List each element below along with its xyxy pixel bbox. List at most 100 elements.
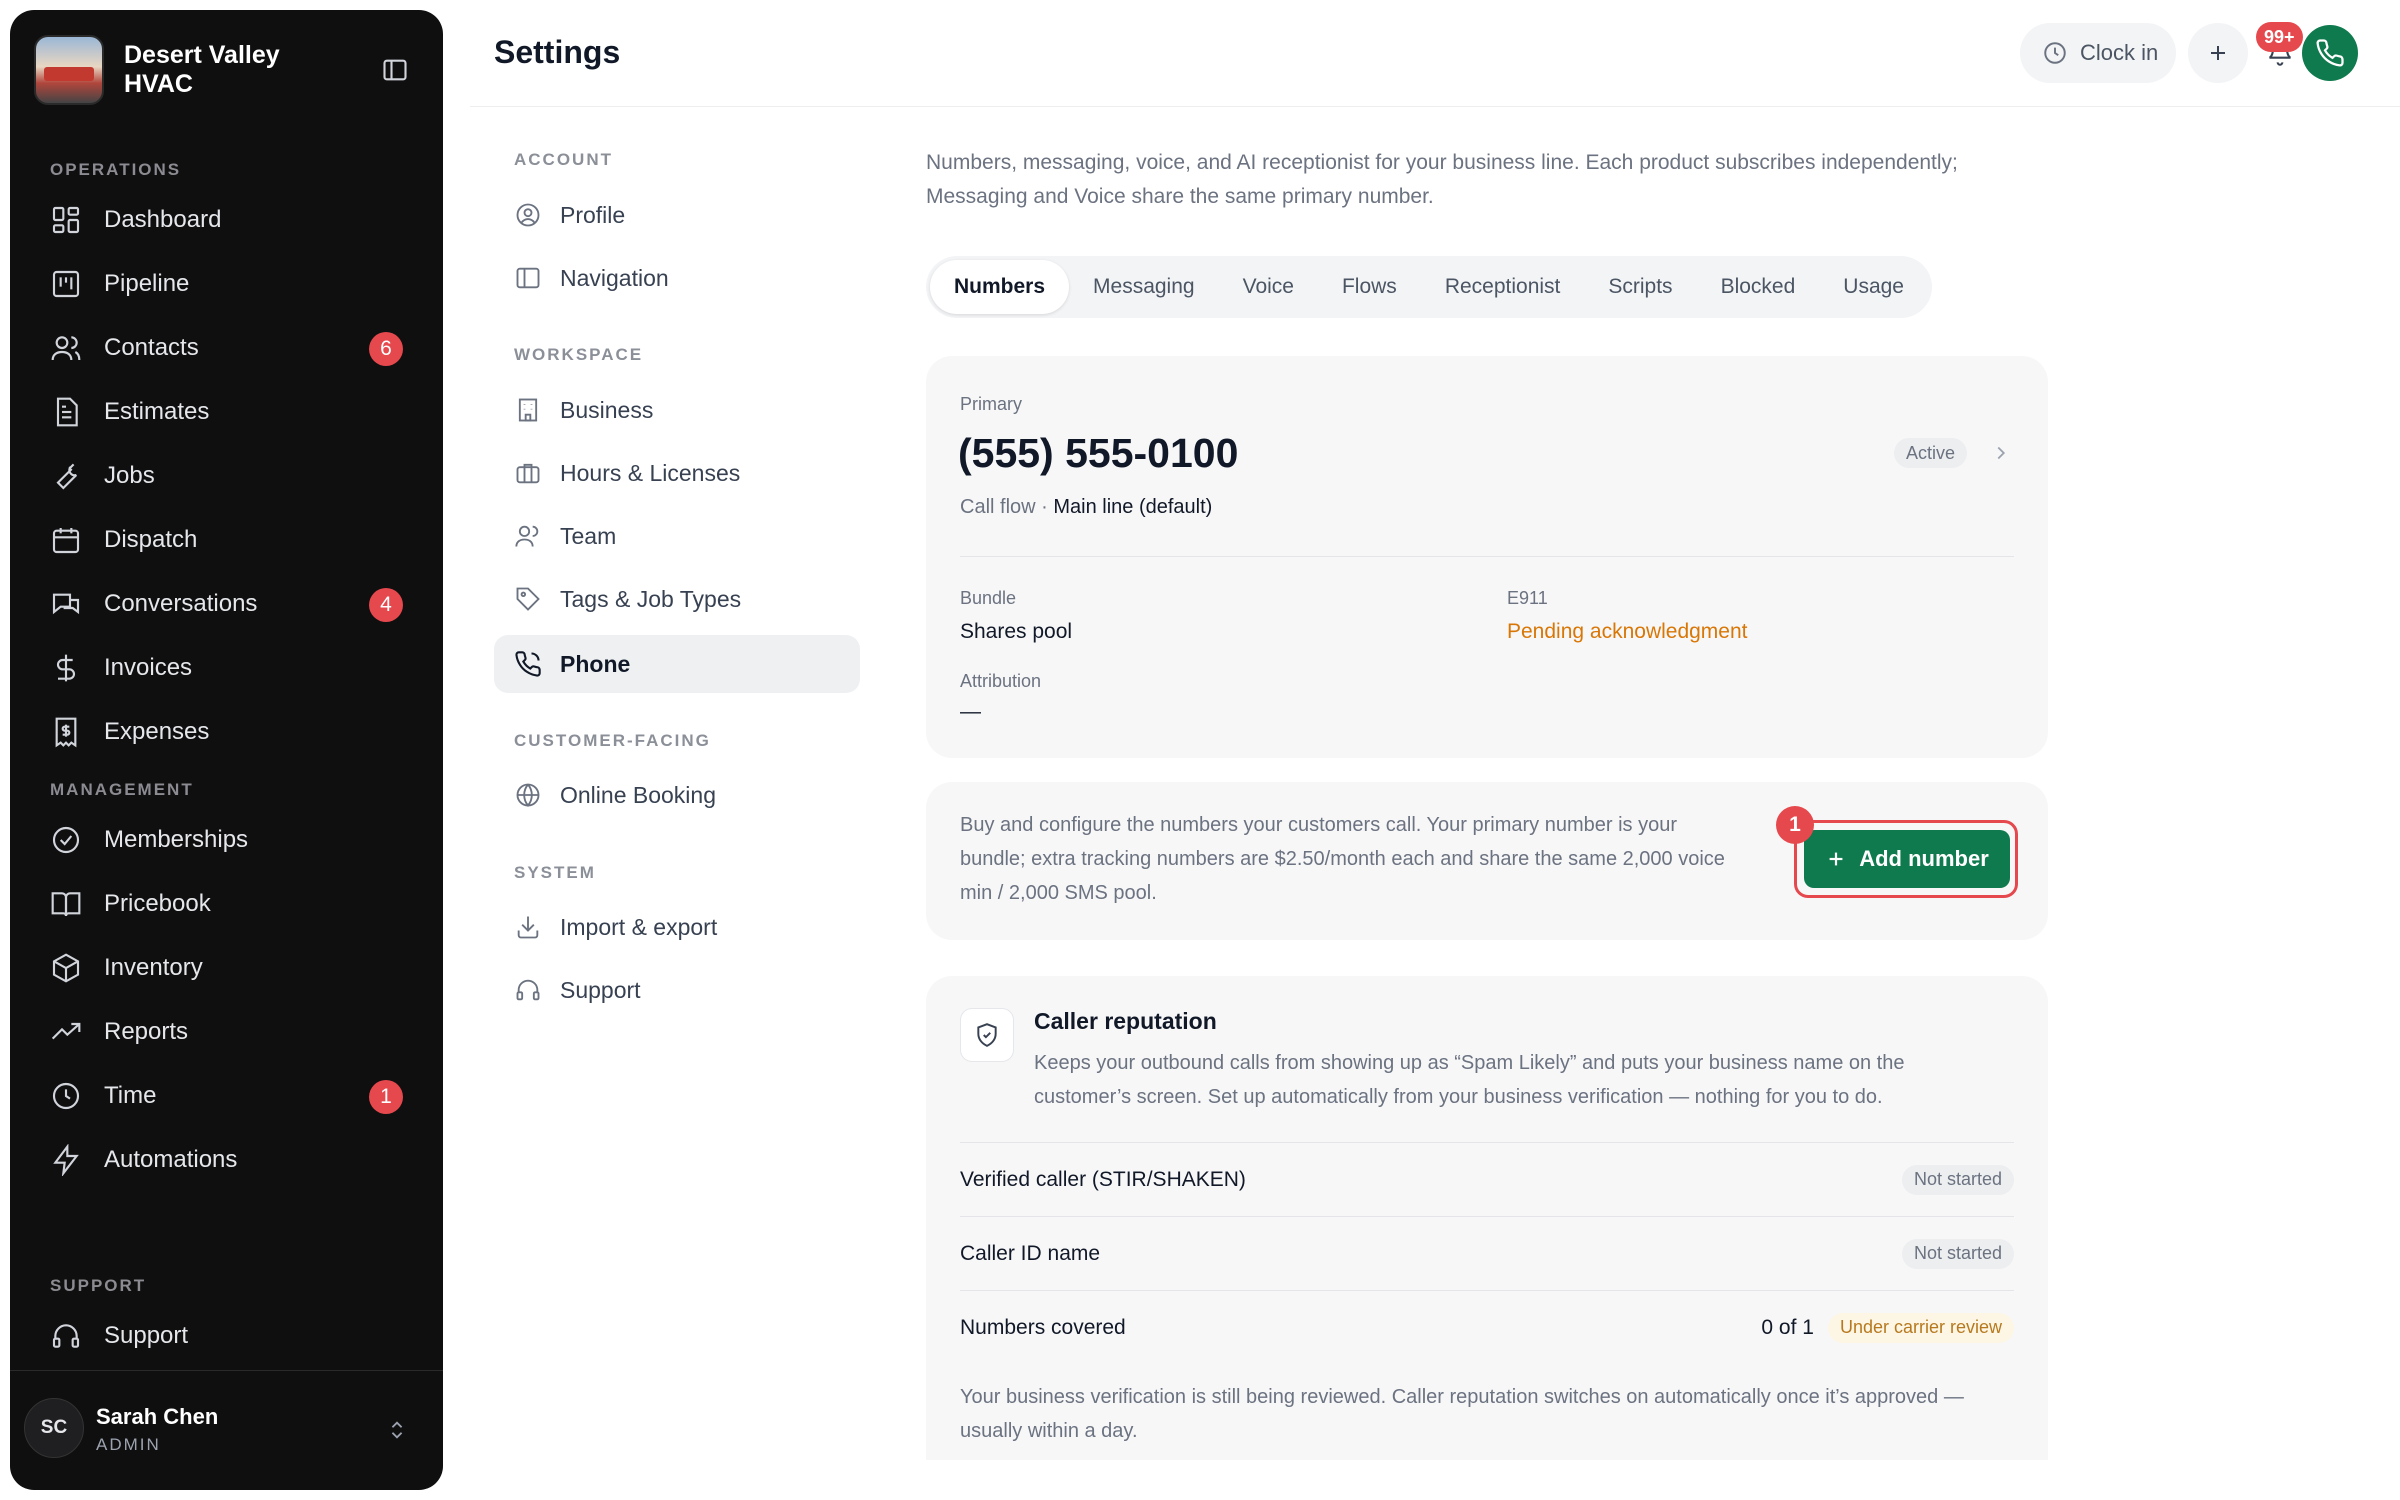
tab-flows[interactable]: Flows [1318, 260, 1421, 314]
box-icon [50, 952, 82, 984]
badge-check-icon [50, 824, 82, 856]
dashboard-icon [50, 204, 82, 236]
settings-item-online-booking[interactable]: Online Booking [494, 766, 860, 824]
sidebar-item-label: Automations [104, 1146, 238, 1173]
softphone-button[interactable] [2302, 25, 2358, 81]
user-name: Sarah Chen [96, 1404, 219, 1429]
tab-messaging[interactable]: Messaging [1069, 260, 1219, 314]
reputation-row-stir-shaken: Verified caller (STIR/SHAKEN) Not starte… [960, 1142, 2014, 1216]
settings-item-profile[interactable]: Profile [494, 186, 860, 244]
sidebar-item-support[interactable]: Support [50, 1312, 413, 1360]
sidebar-item-conversations[interactable]: Conversations 4 [50, 580, 413, 628]
call-flow-line: Call flow · Main line (default) [960, 496, 1212, 519]
settings-section-system: SYSTEM [514, 863, 596, 882]
user-role: ADMIN [96, 1435, 161, 1454]
settings-item-business[interactable]: Business [494, 381, 860, 439]
section-label-operations: OPERATIONS [50, 160, 182, 179]
primary-label: Primary [960, 394, 1022, 414]
notifications-badge: 99+ [2256, 22, 2303, 52]
headset-icon [514, 976, 542, 1004]
pipeline-icon [50, 268, 82, 300]
primary-number: (555) 555-0100 [958, 430, 1239, 476]
status-badge: Not started [1901, 1164, 2014, 1195]
sidebar-item-label: Inventory [104, 954, 203, 981]
numbers-covered-count: 0 of 1 [1761, 1315, 1814, 1339]
section-label-support: SUPPORT [50, 1276, 147, 1295]
settings-item-hours-licenses[interactable]: Hours & Licenses [494, 444, 860, 502]
plus-icon [1825, 848, 1847, 870]
reputation-row-caller-id: Caller ID name Not started [960, 1216, 2014, 1290]
add-number-button[interactable]: Add number [1804, 830, 2010, 888]
clock-icon [2042, 40, 2068, 66]
card-divider [960, 556, 2014, 557]
primary-number-card[interactable] [926, 356, 2048, 758]
sidebar-item-dispatch[interactable]: Dispatch [50, 516, 413, 564]
clock-icon [50, 1080, 82, 1112]
brand[interactable]: Desert Valley HVAC [34, 34, 344, 106]
sidebar-item-label: Pricebook [104, 890, 211, 917]
settings-item-label: Profile [560, 201, 626, 228]
e911-label: E911 [1507, 588, 1548, 608]
settings-section-workspace: WORKSPACE [514, 345, 644, 364]
reputation-title: Caller reputation [1034, 1008, 1217, 1034]
sidebar-item-time[interactable]: Time 1 [50, 1072, 413, 1120]
chevron-right-icon[interactable] [1990, 442, 2012, 464]
sidebar-item-automations[interactable]: Automations [50, 1136, 413, 1184]
sidebar-item-jobs[interactable]: Jobs [50, 452, 413, 500]
brand-name: Desert Valley HVAC [124, 41, 280, 98]
bundle-label: Bundle [960, 588, 1017, 608]
quick-add-button[interactable] [2188, 23, 2248, 83]
phone-icon [514, 650, 542, 678]
reputation-row-label: Numbers covered [960, 1315, 1126, 1339]
buy-numbers-text: Buy and configure the numbers your custo… [960, 814, 1725, 904]
phone-intro-text: Numbers, messaging, voice, and AI recept… [926, 151, 1958, 208]
sidebar-collapse-icon[interactable] [381, 56, 409, 84]
settings-item-team[interactable]: Team [494, 507, 860, 565]
sidebar-item-pipeline[interactable]: Pipeline [50, 260, 413, 308]
sidebar-item-label: Conversations [104, 590, 258, 617]
sidebar-item-dashboard[interactable]: Dashboard [50, 196, 413, 244]
sidebar-panel-icon [514, 264, 542, 292]
settings-item-import-export[interactable]: Import & export [494, 898, 860, 956]
e911-status-link[interactable]: Pending acknowledgment [1507, 620, 1748, 644]
tab-receptionist[interactable]: Receptionist [1421, 260, 1585, 314]
clock-in-button[interactable]: Clock in [2020, 23, 2176, 83]
settings-item-phone[interactable]: Phone [494, 635, 860, 693]
sidebar-item-label: Time [104, 1082, 157, 1109]
settings-item-tags-job-types[interactable]: Tags & Job Types [494, 570, 860, 628]
call-flow-label: Call flow · [960, 496, 1054, 518]
settings-item-navigation[interactable]: Navigation [494, 249, 860, 307]
tab-voice[interactable]: Voice [1219, 260, 1318, 314]
avatar[interactable]: SC [24, 1398, 84, 1458]
sidebar-item-label: Dispatch [104, 526, 198, 553]
sidebar-item-label: Pipeline [104, 270, 190, 297]
sidebar-item-reports[interactable]: Reports [50, 1008, 413, 1056]
sidebar-item-expenses[interactable]: Expenses [50, 708, 413, 756]
sidebar-item-estimates[interactable]: Estimates [50, 388, 413, 436]
sidebar-item-invoices[interactable]: Invoices [50, 644, 413, 692]
tab-scripts[interactable]: Scripts [1584, 260, 1696, 314]
user-divider [10, 1370, 443, 1371]
tab-numbers[interactable]: Numbers [930, 260, 1070, 314]
status-badge: Under carrier review [1827, 1312, 2014, 1343]
sidebar-item-label: Support [104, 1322, 189, 1349]
sidebar-item-inventory[interactable]: Inventory [50, 944, 413, 992]
settings-item-support[interactable]: Support [494, 961, 860, 1019]
sidebar-item-contacts[interactable]: Contacts 6 [50, 324, 413, 372]
tab-usage[interactable]: Usage [1819, 260, 1928, 314]
add-number-label: Add number [1859, 846, 1989, 871]
calendar-icon [50, 524, 82, 556]
contacts-count-badge: 6 [369, 332, 403, 366]
reputation-row-label: Verified caller (STIR/SHAKEN) [960, 1167, 1246, 1191]
sidebar-item-memberships[interactable]: Memberships [50, 816, 413, 864]
numbers-covered-status: 0 of 1 Under carrier review [1761, 1312, 2014, 1343]
sidebar-item-pricebook[interactable]: Pricebook [50, 880, 413, 928]
settings-section-account: ACCOUNT [514, 150, 613, 169]
tab-blocked[interactable]: Blocked [1697, 260, 1820, 314]
step-marker: 1 [1776, 806, 1814, 844]
clock-in-label: Clock in [2080, 40, 2159, 65]
book-icon [50, 888, 82, 920]
contacts-icon [50, 332, 82, 364]
chevron-up-down-icon[interactable] [386, 1418, 408, 1442]
phone-tabs: Numbers Messaging Voice Flows Receptioni… [926, 256, 1932, 318]
